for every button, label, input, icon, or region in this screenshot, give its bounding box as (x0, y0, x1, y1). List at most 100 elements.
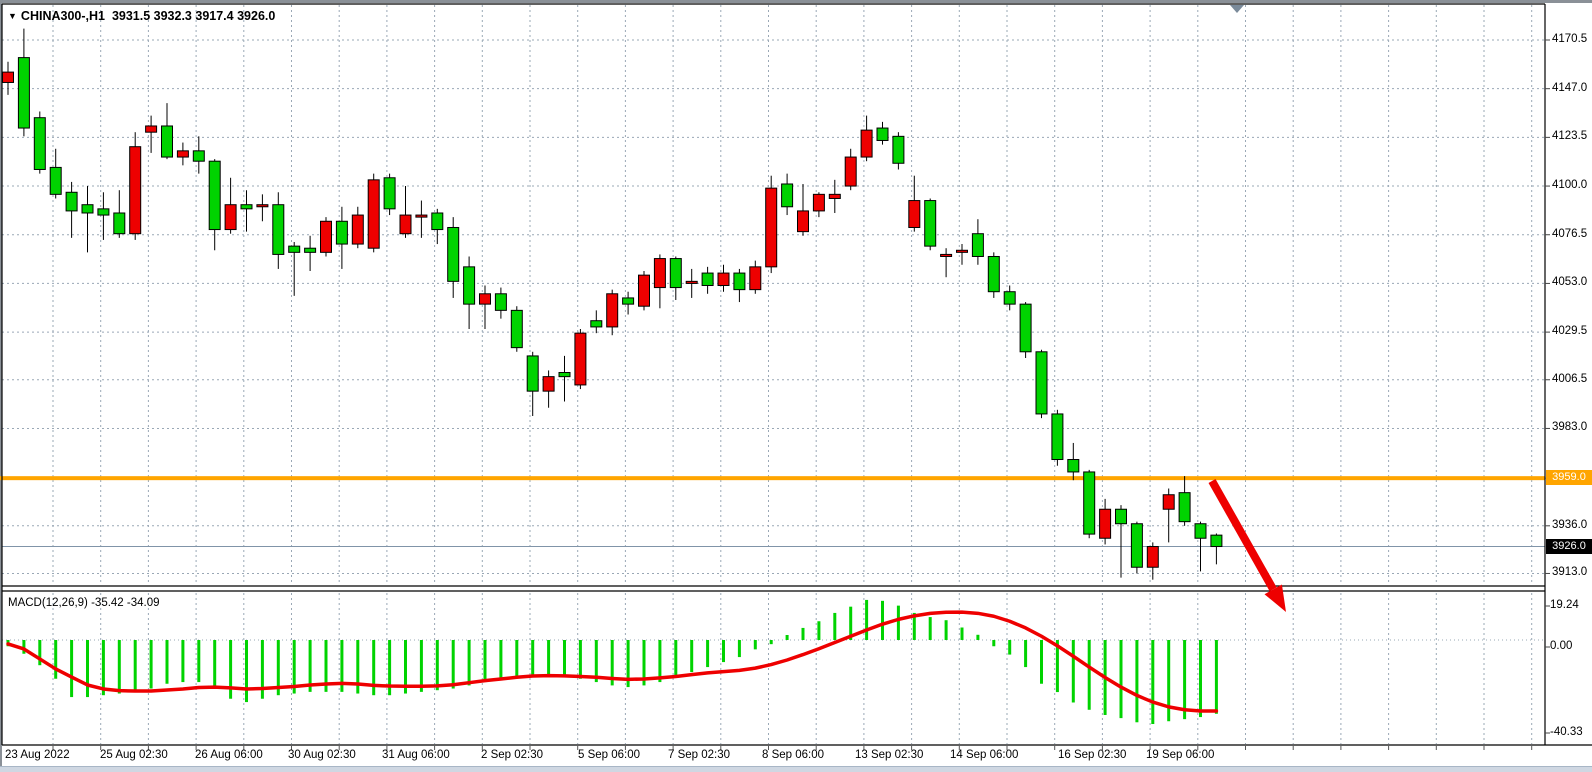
candle (877, 128, 888, 140)
macd-histogram-bar (1199, 640, 1202, 717)
candle (1147, 547, 1158, 568)
macd-histogram-bar (1072, 640, 1075, 702)
candle (829, 194, 840, 198)
candle (575, 333, 586, 385)
macd-histogram-bar (722, 640, 725, 662)
macd-histogram-bar (738, 640, 741, 657)
bid-price-badge: 3926.0 (1546, 539, 1592, 554)
macd-histogram-bar (197, 640, 200, 682)
macd-histogram-bar (658, 640, 661, 682)
macd-histogram-bar (150, 640, 153, 689)
candle (654, 259, 665, 288)
trend-arrow-head[interactable] (1265, 584, 1286, 612)
macd-histogram-bar (1040, 640, 1043, 684)
price-axis-label: 3936.0 (1552, 519, 1587, 531)
candle (925, 201, 936, 247)
macd-histogram-bar (674, 640, 677, 677)
macd-histogram-bar (118, 640, 121, 694)
price-axis-label: 4170.5 (1552, 33, 1587, 45)
candle (400, 215, 411, 234)
candle (1116, 509, 1127, 524)
candle (177, 151, 188, 157)
candle (1179, 493, 1190, 522)
chart-shift-marker-icon[interactable] (1230, 5, 1244, 13)
candle (893, 136, 904, 163)
macd-histogram-bar (865, 600, 868, 640)
macd-histogram-bar (468, 640, 471, 685)
macd-histogram-bar (1120, 640, 1123, 718)
candle (18, 58, 29, 128)
candle (670, 259, 681, 288)
candle (384, 178, 395, 209)
candle (193, 151, 204, 161)
window-border-bottom (0, 766, 1592, 772)
macd-histogram-bar (70, 640, 73, 697)
macd-histogram-bar (754, 640, 757, 649)
macd-histogram-bar (531, 640, 534, 675)
candle (416, 215, 427, 217)
candle (1163, 495, 1174, 510)
price-axis-label: 4029.5 (1552, 325, 1587, 337)
time-axis-label: 30 Aug 02:30 (288, 749, 356, 761)
macd-histogram-bar (563, 640, 566, 677)
macd-signal-value: -34.09 (127, 597, 160, 609)
macd-histogram-bar (786, 635, 789, 640)
candle (623, 298, 634, 304)
candle (766, 188, 777, 267)
candle (273, 205, 284, 255)
chart-plot-svg[interactable] (0, 0, 1592, 772)
candle (511, 310, 522, 347)
macd-histogram-bar (499, 640, 502, 679)
macd-histogram-bar (213, 640, 216, 689)
candle (1004, 292, 1015, 304)
candle (1052, 414, 1063, 460)
macd-indicator-label: MACD(12,26,9) -35.42 -34.09 (8, 597, 160, 609)
candle (34, 118, 45, 170)
macd-histogram-bar (881, 601, 884, 640)
time-axis-label: 16 Sep 02:30 (1058, 749, 1126, 761)
macd-histogram-bar (515, 640, 518, 677)
collapse-icon[interactable]: ▼ (8, 11, 17, 21)
macd-histogram-bar (181, 640, 184, 682)
support-line[interactable] (0, 476, 1545, 480)
price-axis-label: 4053.0 (1552, 276, 1587, 288)
candle (225, 205, 236, 230)
candle (861, 130, 872, 157)
chart-header: ▼CHINA300-,H1 3931.5 3932.3 3917.4 3926.… (8, 9, 275, 23)
candle (1195, 524, 1206, 539)
candle (1068, 460, 1079, 472)
candle (241, 205, 252, 209)
macd-histogram-bar (134, 640, 137, 692)
candle (607, 294, 618, 327)
ohlc-low: 3917.4 (195, 9, 233, 23)
macd-histogram-bar (1183, 640, 1186, 719)
candle (209, 161, 220, 229)
macd-histogram-bar (245, 640, 248, 702)
time-axis-label: 19 Sep 06:00 (1146, 749, 1214, 761)
candle (639, 275, 650, 306)
candle (1084, 472, 1095, 534)
macd-histogram-bar (1215, 640, 1218, 714)
candle (1100, 509, 1111, 538)
candle (702, 273, 713, 285)
macd-histogram-bar (1088, 640, 1091, 710)
time-axis-label: 5 Sep 06:00 (578, 749, 640, 761)
macd-histogram-bar (229, 640, 232, 699)
candle (448, 227, 459, 281)
candle (909, 201, 920, 228)
candle (464, 267, 475, 304)
candle (82, 205, 93, 213)
macd-histogram-bar (452, 640, 455, 689)
candle (543, 377, 554, 392)
price-axis-label: 4123.5 (1552, 130, 1587, 142)
candle (66, 192, 77, 211)
price-axis-label: 4076.5 (1552, 228, 1587, 240)
candle (1020, 304, 1031, 352)
symbol-period-label: CHINA300-,H1 (21, 9, 105, 23)
candle (957, 250, 968, 252)
macd-histogram-bar (579, 640, 582, 679)
price-axis-label: 4006.5 (1552, 373, 1587, 385)
time-axis-label: 7 Sep 02:30 (668, 749, 730, 761)
candle (941, 254, 952, 256)
candle (130, 147, 141, 234)
